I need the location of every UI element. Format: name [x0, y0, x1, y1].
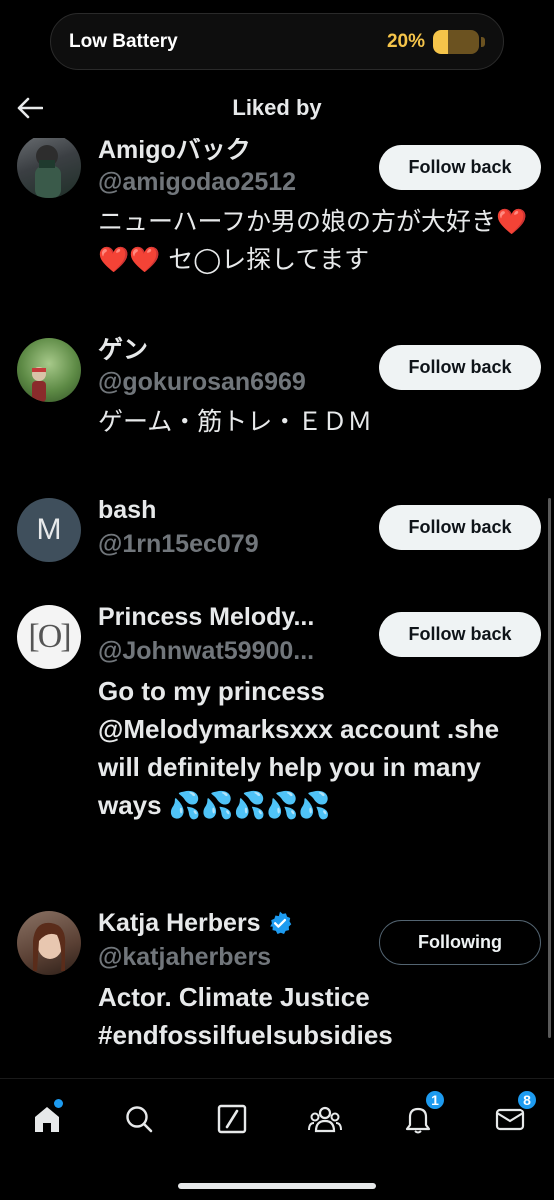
user-bio: ニューハーフか男の娘の方が大好き❤️❤️❤️ セ◯レ探してます: [98, 207, 528, 274]
battery-percent: 20%: [386, 30, 425, 52]
verified-badge-icon: [269, 911, 291, 934]
communities-icon[interactable]: [303, 1097, 347, 1141]
avatar[interactable]: [17, 338, 81, 402]
avatar-letter: [O]: [28, 618, 71, 655]
battery-fill: [433, 29, 448, 54]
page-title: Liked by: [232, 95, 322, 120]
avatar[interactable]: [17, 911, 81, 975]
user-row[interactable]: Amigoバック @amigodao2512 ニューハーフか男の娘の方が大好き❤…: [0, 138, 554, 279]
messages-badge: 8: [516, 1089, 538, 1111]
search-icon[interactable]: [117, 1097, 161, 1141]
follow-back-button[interactable]: Follow back: [379, 145, 541, 190]
follow-back-button[interactable]: Follow back: [379, 612, 541, 657]
grok-icon[interactable]: [210, 1097, 254, 1141]
avatar[interactable]: [17, 138, 81, 198]
follow-back-button[interactable]: Follow back: [379, 505, 541, 550]
user-name: Katja Herbers: [98, 908, 261, 937]
bottom-nav: 1 8: [0, 1078, 554, 1200]
following-button[interactable]: Following: [379, 920, 541, 965]
messages-envelope-icon[interactable]: 8: [488, 1089, 538, 1141]
avatar[interactable]: M: [17, 498, 81, 562]
battery-cap: [481, 36, 485, 47]
home-indicator[interactable]: [178, 1183, 376, 1189]
user-bio: Actor. Climate Justice #endfossilfuelsub…: [98, 982, 393, 1050]
battery-icon: [433, 29, 479, 54]
user-row[interactable]: [O] Princess Melody... @Johnwat59900... …: [0, 602, 554, 824]
scrollbar[interactable]: [548, 498, 551, 1038]
battery-indicator: 20%: [386, 29, 485, 54]
avatar[interactable]: [O]: [17, 605, 81, 669]
user-row[interactable]: ゲン @gokurosan6969 ゲーム・筋トレ・ＥＤＭ Follow bac…: [0, 336, 554, 441]
user-row[interactable]: Katja Herbers @katjaherbers Actor. Clima…: [0, 908, 554, 1054]
avatar-letter: M: [36, 513, 62, 546]
home-icon[interactable]: [25, 1097, 69, 1141]
notifications-badge: 1: [424, 1089, 446, 1111]
user-name: Amigoバック: [98, 138, 251, 164]
user-bio: Go to my princess @Melodymarksxxx accoun…: [98, 676, 500, 820]
liked-by-list: Amigoバック @amigodao2512 ニューハーフか男の娘の方が大好き❤…: [0, 138, 554, 1078]
battery-status-pill: Low Battery 20%: [50, 13, 504, 70]
home-unread-dot: [54, 1099, 63, 1108]
back-arrow-icon[interactable]: [14, 92, 46, 124]
user-name: ゲン: [98, 336, 149, 364]
user-name: bash: [98, 495, 157, 524]
user-name: Princess Melody...: [98, 602, 315, 631]
page-header: Liked by: [0, 78, 554, 138]
follow-back-button[interactable]: Follow back: [379, 345, 541, 390]
user-bio: ゲーム・筋トレ・ＥＤＭ: [98, 407, 373, 436]
battery-status-label: Low Battery: [69, 30, 178, 52]
user-row[interactable]: M bash @1rn15ec079 Follow back: [0, 495, 554, 562]
notifications-bell-icon[interactable]: 1: [396, 1089, 446, 1141]
